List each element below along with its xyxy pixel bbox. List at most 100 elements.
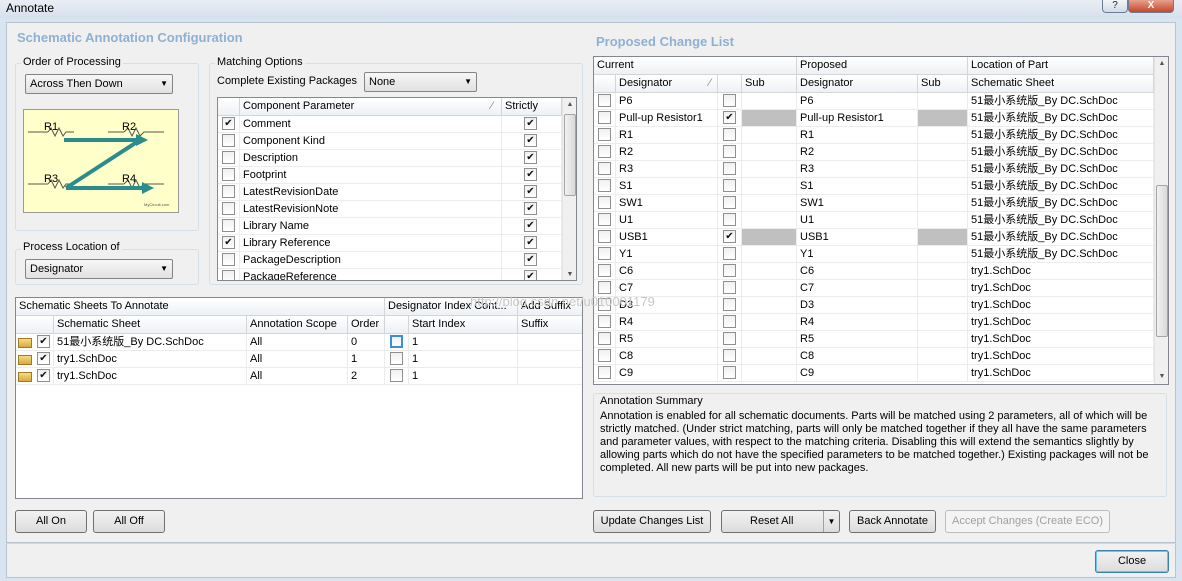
parameter-checkbox[interactable] — [222, 202, 235, 215]
strictly-checkbox[interactable] — [524, 270, 537, 280]
change-row[interactable]: U1 U1 51最小系统版_By DC.SchDoc — [594, 212, 1154, 229]
annotation-scope[interactable]: All — [247, 334, 348, 350]
row-checkbox[interactable] — [598, 162, 611, 175]
row-checkbox[interactable] — [598, 281, 611, 294]
change-list-scrollbar[interactable]: ▲ ▼ — [1154, 57, 1168, 384]
start-index[interactable]: 1 — [409, 351, 518, 367]
sheet-row[interactable]: 51最小系统版_By DC.SchDocAll0 1 — [16, 334, 582, 351]
sheet-order[interactable]: 0 — [348, 334, 385, 350]
row-checkbox[interactable] — [598, 196, 611, 209]
reset-all-button[interactable]: Reset All ▼ — [721, 510, 840, 533]
change-row[interactable]: C9 C9 try1.SchDoc — [594, 365, 1154, 382]
row-checkbox[interactable] — [598, 179, 611, 192]
row-checkbox[interactable] — [598, 145, 611, 158]
index-checkbox[interactable] — [390, 369, 403, 382]
parameter-row[interactable]: Component Kind — [218, 133, 562, 150]
change-row[interactable]: C6 C6 try1.SchDoc — [594, 263, 1154, 280]
update-changes-button[interactable]: Update Changes List — [593, 510, 711, 533]
change-row[interactable]: R5 R5 try1.SchDoc — [594, 331, 1154, 348]
accept-changes-button[interactable]: Accept Changes (Create ECO) — [945, 510, 1110, 533]
col-current-sub[interactable]: Sub — [742, 75, 797, 93]
change-row[interactable]: R1 R1 51最小系统版_By DC.SchDoc — [594, 127, 1154, 144]
col-order[interactable]: Order — [348, 316, 385, 334]
strictly-checkbox[interactable] — [524, 117, 537, 130]
index-checkbox[interactable] — [390, 352, 403, 365]
change-row[interactable]: R4 R4 try1.SchDoc — [594, 314, 1154, 331]
annotation-scope[interactable]: All — [247, 368, 348, 384]
scroll-up-icon[interactable]: ▲ — [1155, 57, 1168, 71]
parameter-row[interactable]: PackageDescription — [218, 252, 562, 269]
scroll-up-icon[interactable]: ▲ — [563, 98, 576, 112]
order-select[interactable]: Across Then Down ▼ — [25, 74, 173, 94]
parameter-row[interactable]: Description — [218, 150, 562, 167]
scroll-thumb[interactable] — [564, 114, 576, 196]
strictly-checkbox[interactable] — [524, 151, 537, 164]
close-button[interactable]: Close — [1095, 550, 1169, 573]
col-current-designator[interactable]: Designator ⁄ — [616, 75, 718, 93]
row-checkbox[interactable] — [598, 94, 611, 107]
col-annotation-scope[interactable]: Annotation Scope — [247, 316, 348, 334]
strictly-checkbox[interactable] — [524, 168, 537, 181]
change-row[interactable]: C7 C7 try1.SchDoc — [594, 280, 1154, 297]
parameter-row[interactable]: Library Reference — [218, 235, 562, 252]
lock-checkbox[interactable] — [723, 247, 736, 260]
lock-checkbox[interactable] — [723, 196, 736, 209]
row-checkbox[interactable] — [598, 230, 611, 243]
parameter-checkbox[interactable] — [222, 253, 235, 266]
strictly-checkbox[interactable] — [524, 253, 537, 266]
lock-checkbox[interactable] — [723, 94, 736, 107]
lock-checkbox[interactable] — [723, 332, 736, 345]
parameter-checkbox[interactable] — [222, 134, 235, 147]
scroll-thumb[interactable] — [1156, 185, 1168, 337]
sheet-order[interactable]: 1 — [348, 351, 385, 367]
strictly-checkbox[interactable] — [524, 236, 537, 249]
lock-checkbox[interactable] — [723, 213, 736, 226]
row-checkbox[interactable] — [598, 128, 611, 141]
col-schematic-sheet[interactable]: Schematic Sheet — [968, 75, 1154, 93]
all-off-button[interactable]: All Off — [93, 510, 165, 533]
location-select[interactable]: Designator ▼ — [25, 259, 173, 279]
chevron-down-icon[interactable]: ▼ — [823, 511, 839, 532]
lock-checkbox[interactable] — [723, 145, 736, 158]
lock-checkbox[interactable] — [723, 281, 736, 294]
change-row[interactable]: R3 R3 51最小系统版_By DC.SchDoc — [594, 161, 1154, 178]
lock-checkbox[interactable] — [723, 366, 736, 379]
complete-packages-select[interactable]: None ▼ — [364, 72, 477, 92]
parameter-row[interactable]: Library Name — [218, 218, 562, 235]
lock-checkbox[interactable] — [723, 230, 736, 243]
parameter-checkbox[interactable] — [222, 185, 235, 198]
lock-checkbox[interactable] — [723, 111, 736, 124]
col-suffix[interactable]: Suffix — [518, 316, 582, 334]
scroll-down-icon[interactable]: ▼ — [1155, 370, 1168, 384]
all-on-button[interactable]: All On — [15, 510, 87, 533]
window-close-button[interactable]: X — [1128, 0, 1174, 13]
col-start-index[interactable]: Start Index — [409, 316, 518, 334]
row-checkbox[interactable] — [598, 247, 611, 260]
index-checkbox[interactable] — [390, 335, 403, 348]
col-schematic-sheet[interactable]: Schematic Sheet — [54, 316, 247, 334]
row-checkbox[interactable] — [598, 332, 611, 345]
annotation-scope[interactable]: All — [247, 351, 348, 367]
lock-checkbox[interactable] — [723, 128, 736, 141]
help-button[interactable]: ? — [1102, 0, 1128, 13]
strictly-checkbox[interactable] — [524, 134, 537, 147]
start-index[interactable]: 1 — [409, 368, 518, 384]
row-checkbox[interactable] — [598, 366, 611, 379]
suffix[interactable] — [518, 334, 582, 350]
col-proposed-sub[interactable]: Sub — [918, 75, 968, 93]
change-row[interactable]: Pull-up Resistor1 Pull-up Resistor1 51最小系统… — [594, 110, 1154, 127]
parameter-row[interactable]: LatestRevisionNote — [218, 201, 562, 218]
lock-checkbox[interactable] — [723, 349, 736, 362]
change-row[interactable]: P6 P6 51最小系统版_By DC.SchDoc — [594, 93, 1154, 110]
strictly-checkbox[interactable] — [524, 219, 537, 232]
suffix[interactable] — [518, 351, 582, 367]
parameter-row[interactable]: Footprint — [218, 167, 562, 184]
change-row[interactable]: R2 R2 51最小系统版_By DC.SchDoc — [594, 144, 1154, 161]
row-checkbox[interactable] — [598, 111, 611, 124]
change-row[interactable]: S1 S1 51最小系统版_By DC.SchDoc — [594, 178, 1154, 195]
row-checkbox[interactable] — [598, 315, 611, 328]
parameter-checkbox[interactable] — [222, 270, 235, 280]
sheet-enable-checkbox[interactable] — [37, 369, 50, 382]
change-row[interactable]: D3 D3 try1.SchDoc — [594, 297, 1154, 314]
change-row[interactable]: SW1 SW1 51最小系统版_By DC.SchDoc — [594, 195, 1154, 212]
